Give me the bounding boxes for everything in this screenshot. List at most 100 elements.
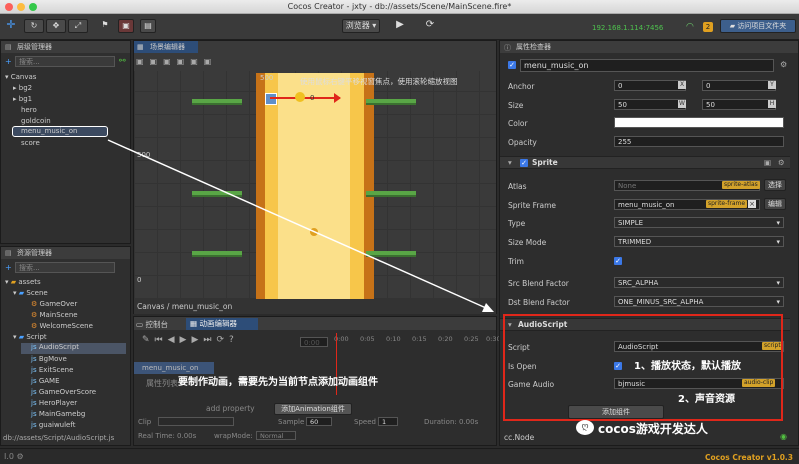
x-axis-gizmo[interactable]: [270, 97, 340, 99]
wrapmode-select[interactable]: Normal: [256, 431, 296, 440]
folder-assets[interactable]: ▾ ▰ assets: [5, 278, 41, 286]
open-project-folder-button[interactable]: ▰ 访问项目文件夹: [720, 19, 796, 33]
refresh-preview-icon[interactable]: ⟳: [420, 19, 440, 33]
tree-item-canvas[interactable]: ▾ Canvas: [5, 73, 36, 81]
clear-icon[interactable]: ×: [748, 200, 756, 208]
clip-select[interactable]: [158, 417, 234, 426]
tab-animation[interactable]: ▦ 动画编辑器: [186, 318, 258, 330]
notification-badge[interactable]: 2: [703, 22, 713, 32]
js-icon: js: [31, 355, 37, 363]
platform: [366, 99, 416, 105]
src-blend-label: Src Blend Factor: [508, 279, 569, 288]
folder-scene[interactable]: ▾ ▰ Scene: [13, 289, 48, 297]
size-h-input[interactable]: 50: [702, 99, 776, 110]
choose-atlas-button[interactable]: 选择: [764, 179, 786, 191]
hierarchy-add-icon[interactable]: +: [5, 57, 12, 66]
anim-time[interactable]: 0:00: [300, 337, 328, 347]
play-icon[interactable]: ▶: [390, 19, 410, 33]
platform: [192, 251, 242, 257]
flag-icon[interactable]: ⚑: [98, 19, 112, 33]
dst-blend-select[interactable]: ONE_MINUS_SRC_ALPHA ▾: [614, 296, 784, 307]
scene-icon: ⚙: [31, 322, 38, 330]
size-label: Size: [508, 101, 524, 110]
coin-icon: [295, 92, 305, 102]
link-icon[interactable]: ⚯: [119, 56, 126, 65]
timeline-ruler[interactable]: 0:00 0:05 0:10 0:15 0:20 0:25 0:30: [334, 331, 501, 359]
sample-input[interactable]: 60: [306, 417, 332, 426]
anim-controls[interactable]: ✎⏮◀▶▶⏭⟳?: [142, 335, 239, 345]
status-icons[interactable]: Ⅰ.0 ⚙: [4, 452, 24, 461]
visibility-icon[interactable]: ◉: [780, 432, 787, 441]
script-exitscene[interactable]: js ExitScene: [31, 366, 73, 374]
refresh-icon[interactable]: ↻: [24, 19, 44, 33]
hierarchy-search-input[interactable]: 搜索...: [15, 56, 115, 67]
add-animation-component-button[interactable]: 添加Animation组件: [274, 403, 352, 415]
edit-sprite-button[interactable]: 编辑: [764, 198, 786, 210]
y-label: Y: [768, 81, 776, 89]
tick-label: 0:15: [412, 335, 427, 343]
scene-gameover[interactable]: ⚙ GameOver: [31, 300, 77, 308]
node-active-checkbox[interactable]: ✓: [508, 61, 516, 69]
sprite-frame-label: Sprite Frame: [508, 201, 556, 210]
tab-console[interactable]: ▭ 控制台: [136, 319, 168, 330]
realtime-label: Real Time: 0.00s: [138, 432, 197, 440]
rect-tool-icon[interactable]: ▤: [140, 19, 156, 33]
tick-label: 0:20: [438, 335, 453, 343]
tree-item-bg2[interactable]: ▸ bg2: [13, 84, 32, 92]
anchor-tool-icon[interactable]: ▣: [118, 19, 134, 33]
anchor-x-input[interactable]: 0: [614, 80, 686, 91]
speed-input[interactable]: 1: [378, 417, 398, 426]
script-game[interactable]: js GAME: [31, 377, 60, 385]
assets-search-input[interactable]: 搜索...: [15, 262, 115, 273]
inspector-icon: ⓘ: [504, 44, 511, 52]
sprite-section-title: Sprite: [532, 158, 558, 167]
size-w-input[interactable]: 50: [614, 99, 686, 110]
folder-script[interactable]: ▾ ▰ Script: [13, 333, 47, 341]
node-name-input[interactable]: menu_music_on: [520, 59, 774, 72]
tree-item-bg1[interactable]: ▸ bg1: [13, 95, 32, 103]
inspector-footer: cc.Node: [504, 433, 535, 442]
tree-item-goldcoin[interactable]: goldcoin: [21, 117, 51, 125]
add-property-button[interactable]: add property: [206, 404, 255, 413]
watermark: ღ cocos游戏开发达人: [576, 420, 776, 436]
scene-tab-icon: ▦: [137, 43, 144, 51]
anchor-label: Anchor: [508, 82, 535, 91]
book-icon[interactable]: ▣: [764, 157, 771, 169]
node-settings-icon[interactable]: ⚙: [780, 60, 787, 69]
scene-mainscene[interactable]: ⚙ MainScene: [31, 311, 78, 319]
sprite-section-header[interactable]: ▾ ✓ Sprite ▣ ⚙: [500, 156, 790, 169]
anchor-y-input[interactable]: 0: [702, 80, 776, 91]
folder-icon: ▰: [18, 289, 25, 297]
scene-tools[interactable]: ▣▣▣▣▣▣: [136, 57, 256, 69]
size-mode-select[interactable]: TRIMMED ▾: [614, 236, 784, 247]
sprite-enabled-checkbox[interactable]: ✓: [520, 159, 528, 167]
script-gameoverscore[interactable]: js GameOverScore: [31, 388, 96, 396]
folder-label: Script: [26, 333, 47, 341]
script-heroplayer[interactable]: js HeroPlayer: [31, 399, 77, 407]
move-tool-icon[interactable]: ✥: [46, 19, 66, 33]
collapse-icon[interactable]: ▾: [508, 157, 512, 169]
tree-item-hero[interactable]: hero: [21, 106, 37, 114]
opacity-input[interactable]: 255: [614, 136, 784, 147]
music-button-sprite[interactable]: [265, 93, 277, 105]
add-icon[interactable]: ✛: [4, 19, 18, 33]
js-icon: js: [31, 410, 37, 418]
browser-select[interactable]: 浏览器 ▾: [342, 19, 380, 33]
script-audioscript[interactable]: js AudioScript: [21, 343, 126, 354]
type-select[interactable]: SIMPLE ▾: [614, 217, 784, 228]
scale-tool-icon[interactable]: ⤢: [68, 19, 88, 33]
folder-label: assets: [18, 278, 41, 286]
script-maingamebg[interactable]: js MainGamebg: [31, 410, 85, 418]
script-guaiwuleft[interactable]: js guaiwuleft: [31, 421, 75, 429]
src-blend-select[interactable]: SRC_ALPHA ▾: [614, 277, 784, 288]
component-settings-icon[interactable]: ⚙: [778, 157, 785, 169]
chevron-down-icon: ▾: [776, 238, 780, 246]
script-bgmove[interactable]: js BgMove: [31, 355, 67, 363]
trim-checkbox[interactable]: ✓: [614, 257, 622, 265]
tree-item-menu-music-on[interactable]: menu_music_on: [12, 126, 108, 137]
scene-welcomescene[interactable]: ⚙ WelcomeScene: [31, 322, 93, 330]
color-picker[interactable]: [614, 117, 784, 128]
assets-add-icon[interactable]: +: [5, 263, 12, 272]
tree-item-score[interactable]: score: [21, 139, 40, 147]
dst-blend-label: Dst Blend Factor: [508, 298, 570, 307]
